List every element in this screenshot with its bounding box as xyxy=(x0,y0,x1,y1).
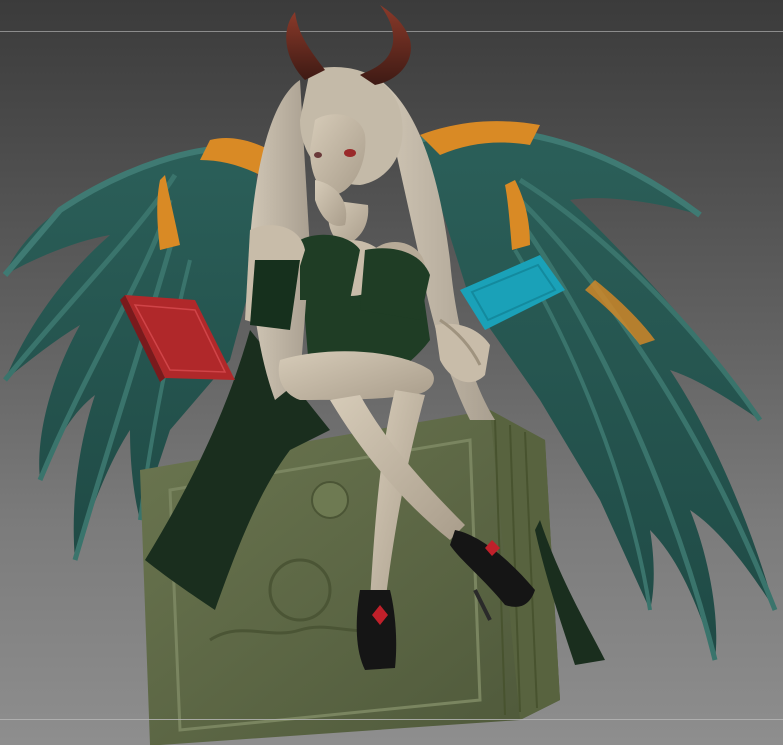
figure-model[interactable] xyxy=(0,0,783,745)
3d-viewport[interactable] xyxy=(0,0,783,745)
safe-frame-bottom-line xyxy=(0,719,783,720)
